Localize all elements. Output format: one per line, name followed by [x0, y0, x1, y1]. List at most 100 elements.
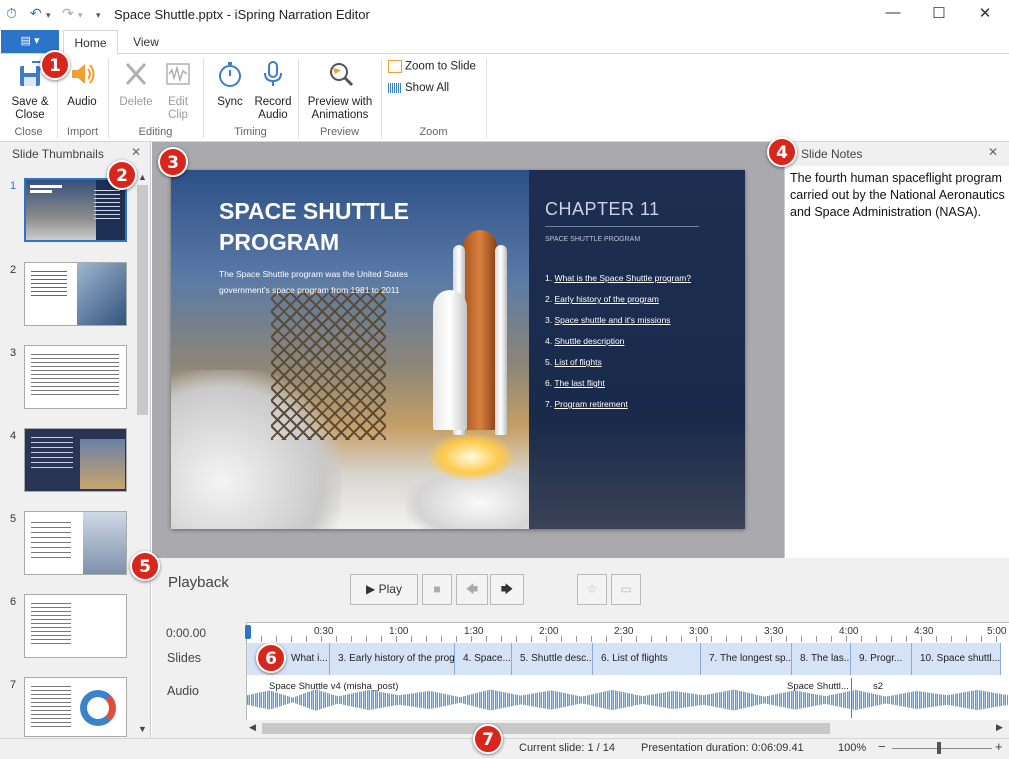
- redo-dropdown-icon[interactable]: ▾: [78, 10, 83, 21]
- zoom-to-slide-button[interactable]: Zoom to Slide: [388, 60, 484, 76]
- zoom-in-icon[interactable]: +: [995, 739, 1003, 754]
- undo-icon[interactable]: ↶: [30, 5, 42, 22]
- record-audio-button[interactable]: Record Audio: [252, 60, 294, 122]
- tab-home[interactable]: Home: [63, 30, 118, 55]
- microphone-icon: [264, 61, 282, 86]
- audio-clip-divider: [851, 678, 852, 718]
- thumbnails-scroll-thumb[interactable]: [137, 185, 148, 415]
- agenda-item[interactable]: 3. Space shuttle and it's missions: [545, 310, 691, 331]
- maximize-icon[interactable]: ☐: [924, 4, 954, 26]
- agenda-item[interactable]: 2. Early history of the program: [545, 289, 691, 310]
- marker-button[interactable]: ☆: [577, 574, 607, 605]
- thumbnails-title: Slide Thumbnails: [12, 147, 104, 161]
- title-bar: ⏱ ↶ ▾ ↷ ▾ ▾ Space Shuttle.pptx - iSpring…: [0, 0, 1009, 30]
- thumbnail-slide-4[interactable]: [24, 428, 127, 492]
- stop-button[interactable]: ■: [422, 574, 452, 605]
- agenda-link[interactable]: The last flight: [554, 378, 605, 388]
- agenda-link[interactable]: Program retirement: [554, 399, 627, 409]
- chapter-heading: CHAPTER 11: [545, 199, 660, 219]
- audio-clip-label: Space Shuttle v4 (misha_post): [269, 681, 399, 692]
- tab-view[interactable]: View: [124, 30, 168, 55]
- zoom-out-icon[interactable]: −: [878, 739, 886, 754]
- zoom-slider-handle[interactable]: [937, 742, 941, 754]
- arrow-left-icon: 🡄: [465, 582, 479, 596]
- zoom-slider-track[interactable]: [892, 748, 992, 749]
- slide-segment[interactable]: 4. Space...: [455, 643, 512, 675]
- delete-button[interactable]: Delete: [114, 60, 158, 109]
- agenda-link[interactable]: Space shuttle and it's missions: [554, 315, 670, 325]
- group-editing-label: Editing: [138, 126, 173, 138]
- agenda-item[interactable]: 1. What is the Space Shuttle program?: [545, 268, 691, 289]
- slide-segment[interactable]: 5. Shuttle desc...: [512, 643, 593, 675]
- agenda-item[interactable]: 7. Program retirement: [545, 394, 691, 415]
- zoom-level: 100%: [838, 742, 867, 754]
- slide-segment[interactable]: 8. The las...: [792, 643, 851, 675]
- delete-icon: [125, 62, 147, 86]
- save-close-label: Save & Close: [11, 96, 49, 121]
- customize-toolbar-icon[interactable]: ▾: [96, 10, 101, 21]
- scroll-up-icon[interactable]: ▲: [138, 172, 147, 182]
- agenda-link[interactable]: Shuttle description: [554, 336, 624, 346]
- minimize-icon[interactable]: —: [878, 4, 908, 26]
- slide-preview[interactable]: SPACE SHUTTLE PROGRAM The Space Shuttle …: [171, 170, 745, 529]
- timeline-scroll-thumb[interactable]: [262, 723, 830, 734]
- next-button[interactable]: 🡆: [490, 574, 524, 605]
- sync-button[interactable]: Sync: [210, 60, 250, 109]
- thumbnail-slide-3[interactable]: [24, 345, 127, 409]
- slide-segment[interactable]: 6. List of flights: [593, 643, 701, 675]
- agenda-item[interactable]: 4. Shuttle description: [545, 331, 691, 352]
- thumbnail-slide-5[interactable]: [24, 511, 127, 575]
- scroll-down-icon[interactable]: ▼: [138, 724, 147, 734]
- playhead[interactable]: [245, 625, 251, 639]
- app-icon: ⏱: [6, 5, 17, 21]
- close-window-icon[interactable]: ✕: [970, 4, 1000, 26]
- current-time: 0:00.00: [166, 626, 207, 640]
- scroll-left-icon[interactable]: ◀: [249, 722, 256, 733]
- notes-title: Slide Notes: [801, 147, 863, 161]
- booster-right: [495, 245, 507, 435]
- callout-badge: 3: [158, 147, 188, 177]
- stopwatch-icon: [219, 62, 241, 87]
- show-all-label: Show All: [405, 82, 450, 94]
- preview-animations-button[interactable]: Preview with Animations: [304, 60, 376, 122]
- timeline-tick: 1:30: [464, 626, 484, 637]
- edit-clip-button[interactable]: Edit Clip: [158, 60, 198, 122]
- notes-textarea[interactable]: The fourth human spaceflight program car…: [790, 170, 1005, 221]
- agenda-link[interactable]: List of flights: [554, 357, 601, 367]
- slide-break-button[interactable]: ▭: [611, 574, 641, 605]
- thumbnail-slide-2[interactable]: [24, 262, 127, 326]
- timeline-tick: 4:30: [914, 626, 934, 637]
- thumbnail-slide-7[interactable]: [24, 677, 127, 737]
- engine-flame: [426, 432, 516, 482]
- scroll-right-icon[interactable]: ▶: [996, 722, 1003, 733]
- group-import-label: Import: [66, 126, 99, 138]
- group-preview-label: Preview: [319, 126, 360, 138]
- agenda-item[interactable]: 6. The last flight: [545, 373, 691, 394]
- callout-badge: 2: [107, 160, 137, 190]
- close-notes-icon[interactable]: ✕: [988, 145, 998, 159]
- thumbnail-number: 5: [10, 513, 17, 525]
- play-button[interactable]: ▶ Play: [350, 574, 418, 605]
- agenda-num: 1.: [545, 273, 553, 283]
- thumbnail-slide-6[interactable]: [24, 594, 127, 658]
- thumbnail-slide-1[interactable]: [24, 178, 127, 242]
- agenda-link[interactable]: What is the Space Shuttle program?: [554, 273, 691, 283]
- audio-track[interactable]: Space Shuttle v4 (misha_post) Space Shut…: [247, 678, 1008, 718]
- thumbnail-number: 3: [10, 347, 17, 359]
- previous-button[interactable]: 🡄: [456, 574, 488, 605]
- close-thumbnails-icon[interactable]: ✕: [131, 145, 141, 159]
- agenda-item[interactable]: 5. List of flights: [545, 352, 691, 373]
- audio-track-label: Audio: [167, 684, 199, 698]
- show-all-icon: [388, 82, 402, 93]
- slide-segment[interactable]: 3. Early history of the prog...: [330, 643, 455, 675]
- slide-segment[interactable]: 10. Space shuttl...: [912, 643, 1001, 675]
- slide-segment[interactable]: 9. Progr...: [851, 643, 912, 675]
- redo-icon[interactable]: ↷: [62, 5, 74, 22]
- undo-dropdown-icon[interactable]: ▾: [46, 10, 51, 21]
- agenda-link[interactable]: Early history of the program: [554, 294, 658, 304]
- show-all-button[interactable]: Show All: [388, 82, 484, 98]
- timeline-tick: 0:30: [314, 626, 334, 637]
- slide-segment[interactable]: 7. The longest sp...: [701, 643, 792, 675]
- play-icon: ▶: [366, 582, 376, 596]
- delete-label: Delete: [119, 96, 153, 108]
